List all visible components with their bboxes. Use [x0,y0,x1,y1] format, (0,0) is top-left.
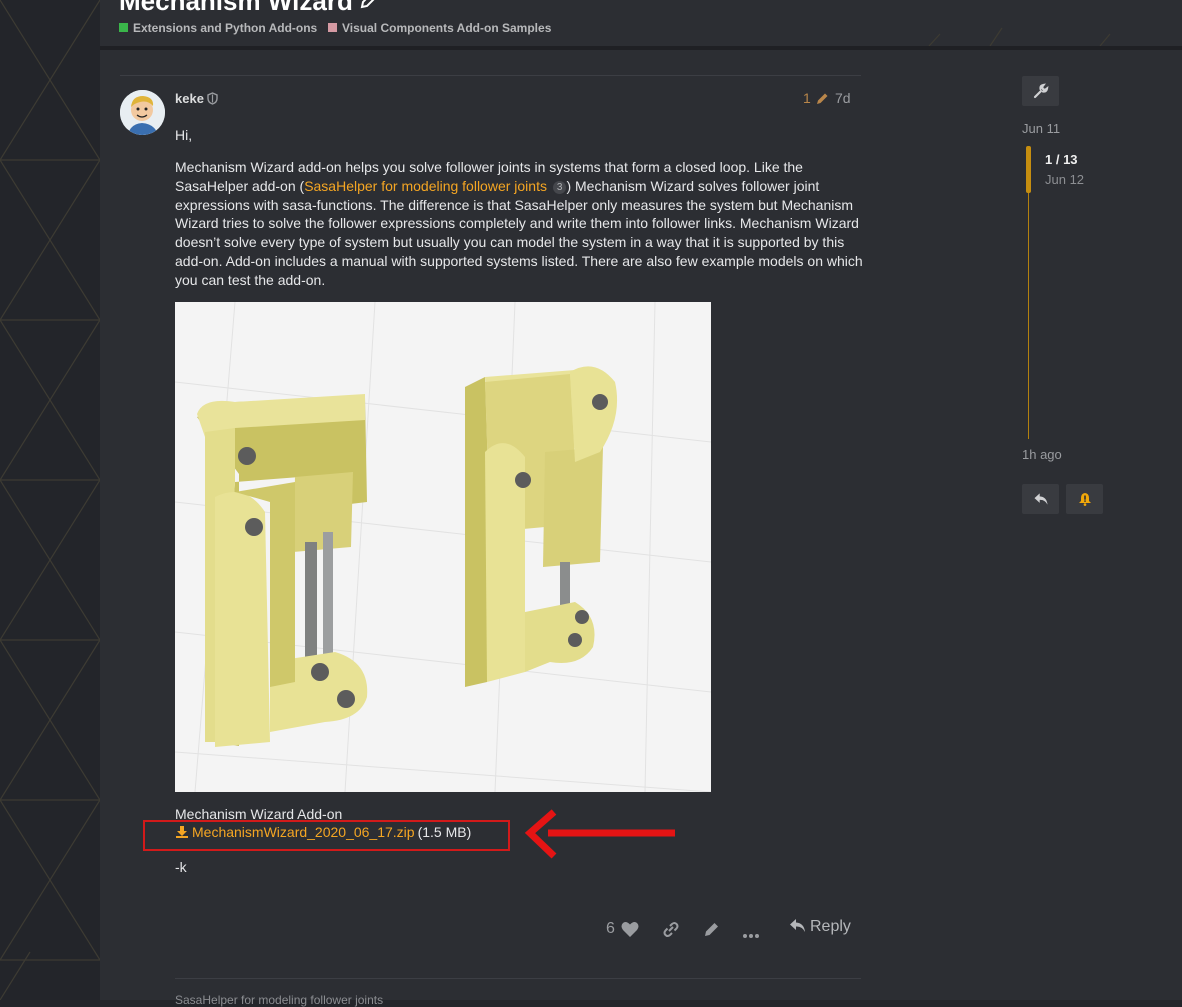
annotation-highlight-box [143,820,510,851]
edit-history-pencil-icon[interactable] [815,91,830,111]
header-pattern [928,27,1111,46]
avatar[interactable] [120,90,165,135]
annotation-red-arrow [524,809,675,859]
linked-topic-partial[interactable]: SasaHelper for modeling follower joints [175,993,383,1007]
post-date[interactable]: 7d [835,90,851,106]
post-author[interactable]: keke [175,91,204,106]
post-top-divider [120,75,861,76]
timeline-position: 1 / 13 [1045,152,1078,167]
post-body-paragraph: Mechanism Wizard add-on helps you solve … [175,158,865,290]
topic-header: Mechanism Wizard Extensions and Python A… [100,0,1182,46]
timeline-reply-button[interactable] [1022,484,1059,514]
timeline-position-date: Jun 12 [1045,172,1085,187]
more-options-icon[interactable] [743,926,759,944]
post-body-text: ) Mechanism Wizard solves follower joint… [175,177,863,288]
edit-history-count[interactable]: 1 [803,90,811,106]
post-bottom-divider [175,978,861,979]
timeline-end-date[interactable]: 1h ago [1022,447,1062,462]
notification-button[interactable] [1066,484,1103,514]
sasahelper-link[interactable]: SasaHelper for modeling follower joints [304,178,547,194]
timeline-start-date[interactable]: Jun 11 [1022,121,1060,136]
wrench-icon [1033,83,1048,99]
edit-post-pencil-icon[interactable] [703,921,720,943]
reply-button[interactable]: Reply [789,918,851,936]
mechanism-render-image[interactable] [174,301,712,793]
right-mechanism [465,366,618,687]
moderator-shield-icon [207,92,218,110]
heart-icon[interactable] [621,921,639,943]
timeline-scroll-handle[interactable] [1026,146,1031,193]
like-count[interactable]: 6 [606,920,615,938]
reply-arrow-icon [790,919,805,932]
admin-wrench-button[interactable] [1022,76,1059,106]
header-divider [100,46,1182,50]
post-signoff: -k [175,859,187,875]
post-greeting: Hi, [175,127,193,143]
reply-label: Reply [810,918,851,935]
bell-alert-icon [1078,493,1091,506]
share-link-icon[interactable] [662,921,680,943]
link-click-count: 3 [552,180,567,194]
reply-arrow-icon [1034,493,1047,505]
